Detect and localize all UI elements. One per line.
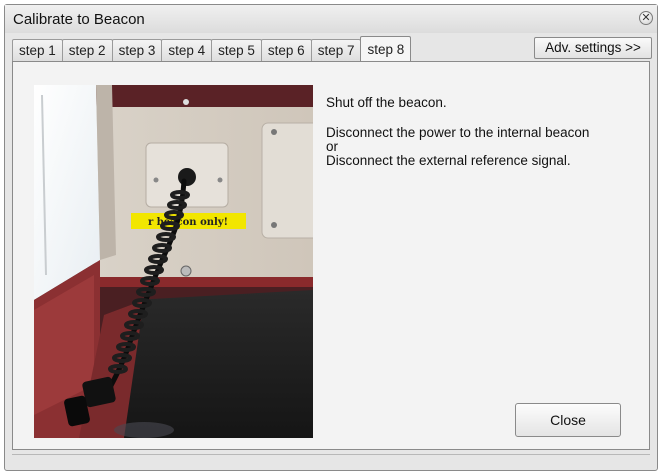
- tab-step-5[interactable]: step 5: [211, 39, 262, 61]
- tab-step-7[interactable]: step 7: [310, 39, 362, 61]
- status-bar: [12, 454, 650, 467]
- tab-step-1[interactable]: step 1: [12, 39, 63, 61]
- tab-step-4[interactable]: step 4: [161, 39, 213, 61]
- beacon-photo-illustration: r beacon only!: [34, 85, 313, 438]
- calibrate-dialog: Calibrate to Beacon ✕ step 1 step 2 step…: [4, 4, 658, 471]
- step-tabs: step 1 step 2 step 3 step 4 step 5 step …: [12, 36, 412, 61]
- instructions-text: Shut off the beacon. Disconnect the powe…: [326, 96, 636, 168]
- adv-settings-button[interactable]: Adv. settings >>: [534, 37, 652, 59]
- instruction-shut-off: Shut off the beacon.: [326, 95, 447, 110]
- tab-step-3[interactable]: step 3: [111, 39, 163, 61]
- beacon-photo: r beacon only!: [34, 85, 313, 438]
- tab-step-6[interactable]: step 6: [260, 39, 312, 61]
- close-icon[interactable]: ✕: [639, 11, 653, 25]
- window-title: Calibrate to Beacon: [13, 11, 145, 28]
- title-bar: Calibrate to Beacon ✕: [5, 5, 657, 33]
- tab-step-2[interactable]: step 2: [61, 39, 113, 61]
- instruction-disconnect-reference: Disconnect the external reference signal…: [326, 153, 571, 168]
- instruction-or: or: [326, 139, 339, 154]
- sticker-label: r beacon only!: [148, 217, 228, 228]
- instruction-disconnect-power: Disconnect the power to the internal bea…: [326, 125, 590, 140]
- close-button[interactable]: Close: [515, 403, 621, 437]
- tab-step-8[interactable]: step 8: [360, 36, 412, 61]
- step-panel: r beacon only! Shut off the beacon. Disc…: [12, 61, 650, 450]
